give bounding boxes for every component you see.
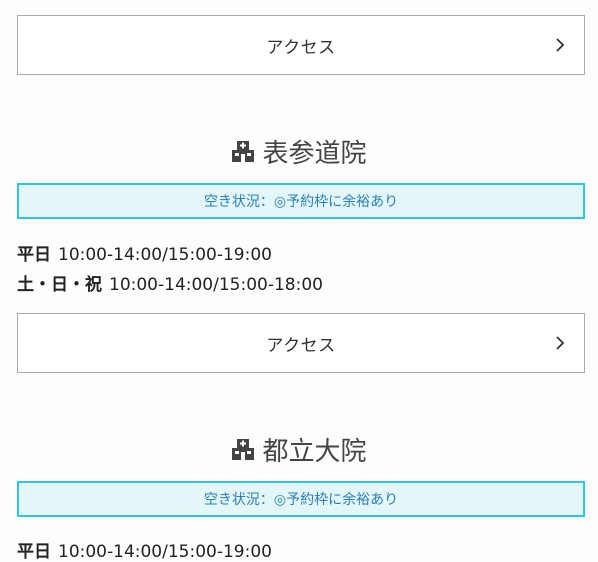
hours-weekday: 平日 10:00-14:00/15:00-19:00	[17, 240, 272, 265]
chevron-right-icon	[556, 38, 565, 52]
availability-status: 空き状況：◎予約枠に余裕あり	[17, 183, 585, 219]
access-label: アクセス	[266, 37, 336, 58]
time-range: 10:00-14:00/15:00-19:00	[58, 542, 272, 562]
hospital-icon	[232, 439, 255, 460]
chevron-right-icon	[556, 336, 565, 350]
hospital-icon	[232, 141, 255, 162]
time-range: 10:00-14:00/15:00-19:00	[58, 245, 272, 265]
hours-weekend: 土・日・祝 10:00-14:00/15:00-18:00	[17, 270, 323, 295]
clinic-title-omotesando: 表参道院	[0, 134, 598, 169]
access-button-top[interactable]: アクセス	[17, 15, 585, 75]
access-button-omotesando[interactable]: アクセス	[17, 313, 585, 373]
availability-status: 空き状況：◎予約枠に余裕あり	[17, 481, 585, 517]
day-label: 土・日・祝	[17, 275, 102, 295]
day-label: 平日	[17, 542, 51, 562]
clinic-name: 表参道院	[262, 138, 367, 169]
time-range: 10:00-14:00/15:00-18:00	[109, 275, 323, 295]
access-label: アクセス	[266, 335, 336, 356]
day-label: 平日	[17, 245, 51, 265]
hours-weekday: 平日 10:00-14:00/15:00-19:00	[17, 537, 272, 562]
clinic-name: 都立大院	[262, 436, 367, 467]
clinic-list: アクセス 表参道院 空き状況：◎予約枠に余裕あり 平日 10:00-14:00/1…	[0, 0, 598, 562]
clinic-title-toritsudai: 都立大院	[0, 432, 598, 467]
